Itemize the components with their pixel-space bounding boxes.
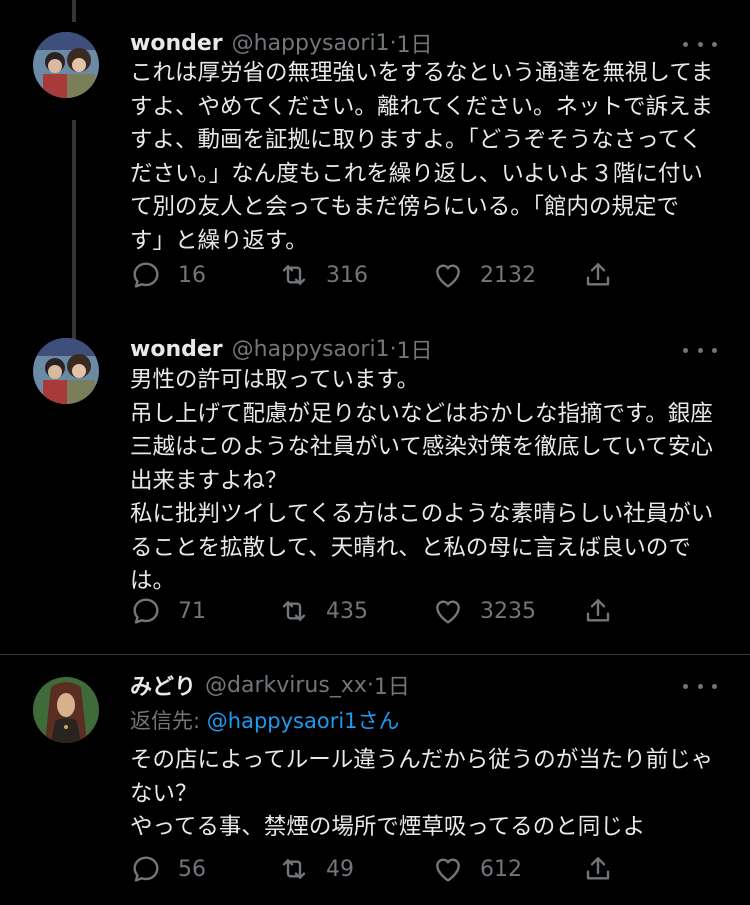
tweet-3[interactable]: みどり @darkvirus_xx · 1日 返信先: @happysaori1… [0,655,750,905]
user-handle[interactable]: @darkvirus_xx [205,673,367,698]
tweet-text: 男性の許可は取っています。 吊し上げて配慮が足りないなどはおかしな指摘です。銀座… [130,367,714,594]
reply-count: 71 [178,598,206,624]
reply-button[interactable]: 16 [130,255,206,295]
reply-to-line: 返信先: @happysaori1さん [130,705,400,735]
retweet-icon [282,265,306,285]
share-button[interactable] [582,849,614,889]
avatar[interactable] [33,32,99,98]
retweet-icon [282,859,306,879]
tweet-2[interactable]: wonder @happysaori1 · 1日 男性の許可は取っています。 吊… [0,320,750,655]
timestamp[interactable]: 1日 [374,669,410,701]
tweet-actions: 16 316 2132 [130,255,620,295]
tweet-header: wonder @happysaori1 · 1日 [130,333,433,365]
like-button[interactable]: 612 [432,849,522,889]
like-button[interactable]: 2132 [432,255,536,295]
tweet-header: wonder @happysaori1 · 1日 [130,27,433,59]
display-name[interactable]: みどり [130,669,196,701]
more-icon[interactable] [683,676,717,696]
tweet-1[interactable]: wonder @happysaori1 · 1日 これは厚労省の無理強いをするな… [0,0,750,320]
share-button[interactable] [582,255,614,295]
reply-to-suffix: さん [357,709,400,733]
reply-icon [133,856,159,882]
retweet-button[interactable]: 49 [278,849,354,889]
separator: · [366,672,374,698]
reply-icon [133,262,159,288]
more-icon[interactable] [683,340,717,360]
retweet-button[interactable]: 435 [278,591,368,631]
user-handle[interactable]: @happysaori1 [232,337,390,362]
like-count: 2132 [480,262,536,288]
timestamp[interactable]: 1日 [397,27,433,59]
retweet-count: 49 [326,856,354,882]
timestamp[interactable]: 1日 [397,333,433,365]
reply-mention-link[interactable]: @happysaori1 [207,709,358,733]
display-name[interactable]: wonder [130,337,223,362]
reply-button[interactable]: 56 [130,849,206,889]
share-icon [586,599,610,622]
tweet-actions: 56 49 612 [130,849,620,889]
share-icon [586,857,610,880]
like-icon [436,264,460,288]
avatar[interactable] [33,338,99,404]
reply-button[interactable]: 71 [130,591,206,631]
like-count: 612 [480,856,522,882]
tweet-text: これは厚労省の無理強いをするなという通達を無視してま すよ、やめてください。離れ… [130,60,714,254]
reply-count: 16 [178,262,206,288]
separator: · [389,336,397,362]
like-icon [436,858,460,882]
reply-icon [133,598,159,624]
avatar[interactable] [33,677,99,743]
tweet-text: その店によってルール違うんだから従うのが当たり前じゃ ない？ やってる事、禁煙の… [130,747,714,840]
like-button[interactable]: 3235 [432,591,536,631]
like-icon [436,600,460,624]
separator: · [389,30,397,56]
like-count: 3235 [480,598,536,624]
retweet-count: 435 [326,598,368,624]
share-icon [586,263,610,286]
share-button[interactable] [582,591,614,631]
more-icon[interactable] [683,34,717,54]
retweet-count: 316 [326,262,368,288]
tweet-header: みどり @darkvirus_xx · 1日 [130,669,410,701]
user-handle[interactable]: @happysaori1 [232,31,390,56]
display-name[interactable]: wonder [130,31,223,56]
retweet-button[interactable]: 316 [278,255,368,295]
tweet-actions: 71 435 3235 [130,591,620,631]
retweet-icon [282,601,306,621]
reply-count: 56 [178,856,206,882]
reply-to-prefix: 返信先: [130,709,207,733]
